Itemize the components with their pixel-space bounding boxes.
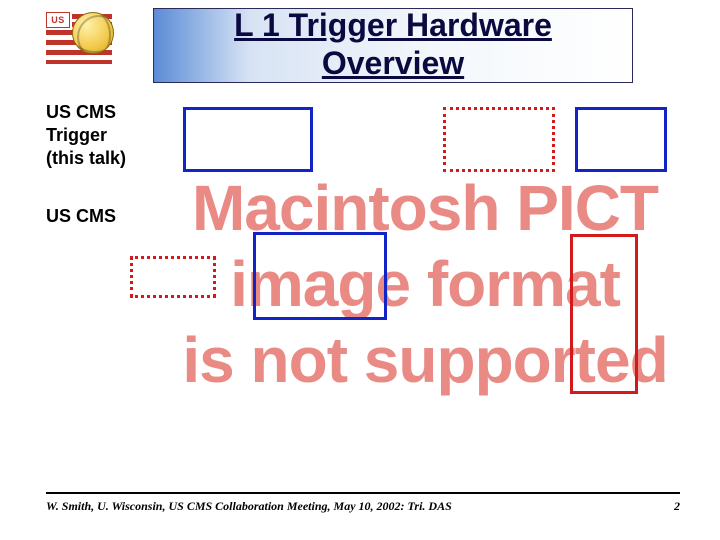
footer-text: W. Smith, U. Wisconsin, US CMS Collabora…: [46, 498, 452, 514]
title-line-2: Overview: [322, 45, 464, 81]
annotation-box-dotted-red-1: [443, 107, 555, 172]
us-cms-logo: US: [46, 12, 112, 64]
legend-a-line2: Trigger: [46, 125, 107, 145]
footer-divider: [46, 492, 680, 494]
legend-a-line3: (this talk): [46, 148, 126, 168]
slide-title: L 1 Trigger Hardware Overview: [153, 6, 633, 82]
page-number: 2: [674, 498, 680, 514]
globe-icon: [72, 12, 114, 54]
legend-label-b: US CMS: [46, 205, 116, 228]
legend-a-line1: US CMS: [46, 102, 116, 122]
slide: L 1 Trigger Hardware Overview US US CMS …: [0, 0, 720, 540]
stripe: [46, 60, 112, 64]
annotation-box-dotted-red-2: [130, 256, 216, 298]
globe-arc: [77, 15, 114, 54]
annotation-box-red-tall: [570, 234, 638, 394]
legend-b-line1: US CMS: [46, 206, 116, 226]
annotation-box-blue-1: [183, 107, 313, 172]
annotation-box-blue-3: [253, 232, 387, 320]
flag-canton-text: US: [46, 12, 70, 28]
title-line-1: L 1 Trigger Hardware: [234, 7, 552, 43]
annotation-box-blue-2: [575, 107, 667, 172]
legend-label-a: US CMS Trigger (this talk): [46, 101, 126, 170]
